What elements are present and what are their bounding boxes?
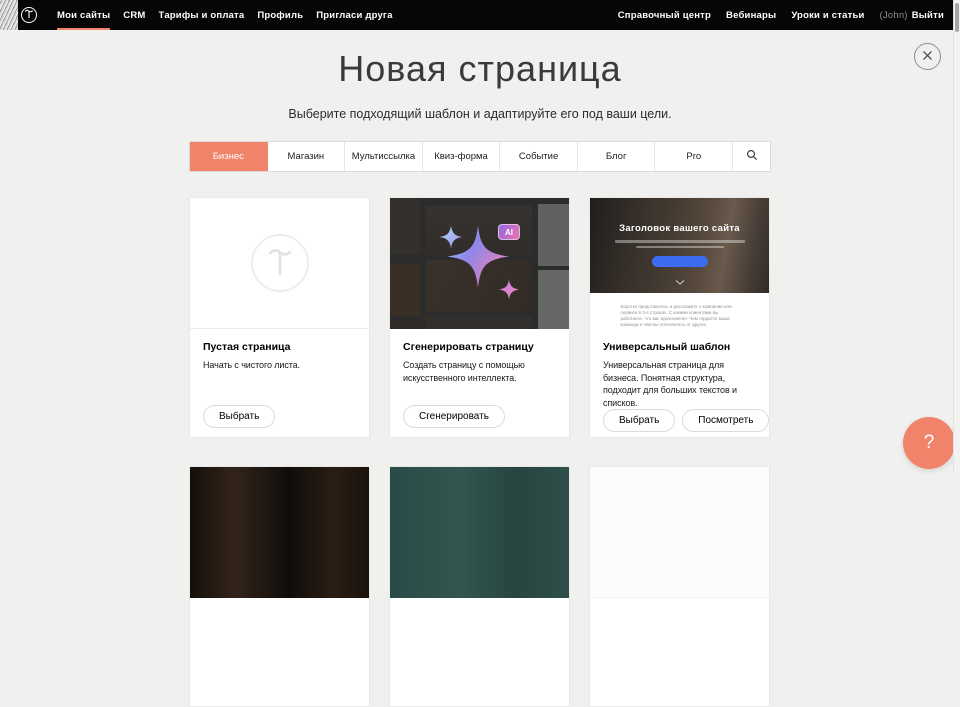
template-hero: Заголовок вашего сайта <box>590 198 769 293</box>
template-hero-subtitle-line <box>636 246 724 249</box>
card-blank-page: Пустая страница Начать с чистого листа. … <box>189 197 370 438</box>
template-text-section: Коротко представьтесь и расскажите о ком… <box>590 293 769 329</box>
card-title: Сгенерировать страницу <box>403 341 558 353</box>
tab-shop[interactable]: Магазин <box>268 142 346 171</box>
card-body: Сгенерировать страницу Создать страницу … <box>390 329 569 437</box>
template-hero-subtitle-line <box>615 240 745 243</box>
tab-quiz-form[interactable]: Квиз-форма <box>423 142 501 171</box>
choose-button[interactable]: Выбрать <box>203 405 275 428</box>
tab-multilink[interactable]: Мультиссылка <box>345 142 423 171</box>
nav-item-help-center[interactable]: Справочный центр <box>618 0 711 30</box>
main-nav: Мои сайты CRM Тарифы и оплата Профиль Пр… <box>57 0 393 30</box>
tilda-icon <box>24 6 34 24</box>
tab-pro[interactable]: Pro <box>655 142 733 171</box>
view-button[interactable]: Посмотреть <box>682 409 769 432</box>
search-tab[interactable] <box>733 142 770 171</box>
template-preview-partial[interactable] <box>590 467 769 598</box>
question-mark-icon: ? <box>924 432 935 454</box>
scrollbar-track[interactable] <box>953 0 960 472</box>
ai-generate-preview[interactable]: AI <box>390 198 569 329</box>
nav-item-invite-friend[interactable]: Пригласи друга <box>316 0 392 30</box>
choose-button[interactable]: Выбрать <box>603 409 675 432</box>
card-partial <box>389 466 570 707</box>
card-description: Начать с чистого листа. <box>203 359 358 372</box>
tilda-watermark-circle <box>251 234 309 292</box>
nav-item-crm[interactable]: CRM <box>123 0 145 30</box>
card-title: Универсальный шаблон <box>603 341 758 353</box>
template-category-tabs: Бизнес Магазин Мультиссылка Квиз-форма С… <box>189 141 771 172</box>
page-subtitle: Выберите подходящий шаблон и адаптируйте… <box>0 107 960 121</box>
tab-event[interactable]: Событие <box>500 142 578 171</box>
card-buttons: Выбрать Посмотреть <box>603 409 758 432</box>
logout-link[interactable]: (John) Выйти <box>880 0 944 30</box>
help-button[interactable]: ? <box>903 417 955 469</box>
ai-badge: AI <box>498 224 520 240</box>
pattern-texture <box>0 0 18 30</box>
card-buttons: Сгенерировать <box>403 405 558 428</box>
tilda-logo[interactable] <box>21 7 37 23</box>
blank-page-preview[interactable] <box>190 198 369 329</box>
close-icon <box>922 49 933 64</box>
universal-template-preview[interactable]: Заголовок вашего сайта Коротко представь… <box>590 198 769 329</box>
template-cta-button <box>652 256 708 267</box>
nav-item-tariffs[interactable]: Тарифы и оплата <box>159 0 245 30</box>
scrollbar-thumb[interactable] <box>955 3 959 32</box>
card-body: Универсальный шаблон Универсальная стран… <box>590 329 769 441</box>
card-universal-template: Заголовок вашего сайта Коротко представь… <box>589 197 770 438</box>
card-ai-generate: AI Сгенерировать страницу Создать страни… <box>389 197 570 438</box>
template-cards-row: Пустая страница Начать с чистого листа. … <box>189 197 770 438</box>
card-description: Универсальная страница для бизнеса. Поня… <box>603 359 758 409</box>
template-paragraph: Коротко представьтесь и расскажите о ком… <box>621 304 739 328</box>
card-partial <box>189 466 370 707</box>
card-title: Пустая страница <box>203 341 358 353</box>
template-preview-partial[interactable] <box>390 467 569 598</box>
nav-item-webinars[interactable]: Вебинары <box>726 0 776 30</box>
user-name: (John) <box>880 10 908 21</box>
chevron-down-icon <box>675 272 684 290</box>
tab-business[interactable]: Бизнес <box>190 142 268 171</box>
top-bar: Мои сайты CRM Тарифы и оплата Профиль Пр… <box>0 0 960 30</box>
card-body: Пустая страница Начать с чистого листа. … <box>190 329 369 437</box>
close-button[interactable] <box>914 43 941 70</box>
card-buttons: Выбрать <box>203 405 358 428</box>
template-cards-row-partial <box>189 466 770 707</box>
logout-label: Выйти <box>912 10 944 21</box>
search-icon <box>746 149 758 164</box>
nav-item-my-sites[interactable]: Мои сайты <box>57 0 110 30</box>
card-description: Создать страницу с помощью искусственног… <box>403 359 558 384</box>
page-title: Новая страница <box>0 48 960 90</box>
tab-blog[interactable]: Блог <box>578 142 656 171</box>
card-partial <box>589 466 770 707</box>
generate-button[interactable]: Сгенерировать <box>403 405 505 428</box>
template-preview-partial[interactable] <box>190 467 369 598</box>
nav-item-lessons[interactable]: Уроки и статьи <box>791 0 864 30</box>
nav-item-profile[interactable]: Профиль <box>257 0 303 30</box>
secondary-nav: Справочный центр Вебинары Уроки и статьи… <box>618 0 944 30</box>
tilda-watermark-icon <box>265 244 295 283</box>
template-hero-title: Заголовок вашего сайта <box>590 198 769 234</box>
